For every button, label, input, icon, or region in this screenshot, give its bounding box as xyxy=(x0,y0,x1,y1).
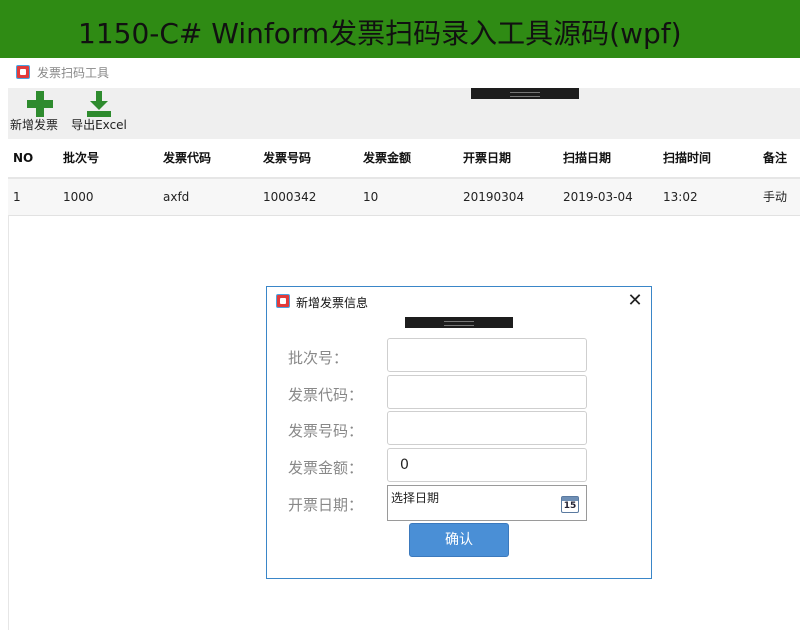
table-cell: 1 xyxy=(13,190,21,204)
download-icon xyxy=(86,91,112,117)
title-bar: 发票扫码工具 xyxy=(8,58,800,88)
plus-icon xyxy=(27,91,53,117)
invoice-amount-input[interactable] xyxy=(387,448,587,482)
batch-number-label: 批次号： xyxy=(288,349,349,367)
column-header[interactable]: 发票号码 xyxy=(263,139,311,177)
export-excel-label: 导出Excel xyxy=(71,118,127,132)
table-header: NO 批次号 发票代码 发票号码 发票金额 开票日期 扫描日期 扫描时间 备注 xyxy=(8,139,800,179)
banner-title: 1150-C# Winform发票扫码录入工具源码(wpf) xyxy=(78,17,682,50)
table-cell: axfd xyxy=(163,190,190,204)
add-invoice-button[interactable]: 新增发票 xyxy=(8,88,60,139)
window-title: 发票扫码工具 xyxy=(37,66,110,80)
column-header[interactable]: 发票代码 xyxy=(163,139,211,177)
table-cell: 2019-03-04 xyxy=(563,190,633,204)
close-icon[interactable]: ✕ xyxy=(625,291,645,311)
calendar-icon[interactable]: 15 xyxy=(561,496,579,513)
date-placeholder: 选择日期 xyxy=(391,491,440,505)
table-cell: 手动 xyxy=(763,190,788,204)
export-excel-button[interactable]: 导出Excel xyxy=(70,88,128,139)
table-cell: 1000 xyxy=(63,190,94,204)
invoice-code-label: 发票代码： xyxy=(288,386,364,404)
column-header[interactable]: 备注 xyxy=(763,139,787,177)
table-cell: 10 xyxy=(363,190,379,204)
drag-handle[interactable] xyxy=(405,317,513,328)
table-row[interactable]: 1 1000 axfd 1000342 10 20190304 2019-03-… xyxy=(8,179,800,216)
column-header[interactable]: NO xyxy=(13,139,33,177)
invoice-date-picker[interactable]: 选择日期 15 xyxy=(387,485,587,521)
grid-border xyxy=(8,215,9,630)
add-invoice-label: 新增发票 xyxy=(9,118,58,132)
column-header[interactable]: 发票金额 xyxy=(363,139,411,177)
app-icon xyxy=(276,294,290,308)
column-header[interactable]: 扫描时间 xyxy=(663,139,711,177)
invoice-amount-label: 发票金额： xyxy=(288,459,364,477)
invoice-code-input[interactable] xyxy=(387,375,587,409)
column-header[interactable]: 开票日期 xyxy=(463,139,511,177)
batch-number-input[interactable] xyxy=(387,338,587,372)
top-banner: 1150-C# Winform发票扫码录入工具源码(wpf) xyxy=(0,0,800,58)
app-icon xyxy=(16,65,30,79)
table-cell: 1000342 xyxy=(263,190,317,204)
dialog-title: 新增发票信息 xyxy=(296,296,369,310)
column-header[interactable]: 批次号 xyxy=(63,139,99,177)
drag-handle[interactable] xyxy=(471,88,579,99)
invoice-number-label: 发票号码： xyxy=(288,422,364,440)
invoice-date-label: 开票日期： xyxy=(288,496,364,514)
toolbar: 新增发票 导出Excel xyxy=(8,88,800,139)
calendar-day: 15 xyxy=(563,501,577,511)
table-cell: 20190304 xyxy=(463,190,525,204)
column-header[interactable]: 扫描日期 xyxy=(563,139,611,177)
confirm-button[interactable]: 确认 xyxy=(409,523,509,557)
invoice-number-input[interactable] xyxy=(387,411,587,445)
table-cell: 13:02 xyxy=(663,190,698,204)
add-invoice-dialog: 新增发票信息 ✕ 批次号： 发票代码： 发票号码： 发票金额： 开票日期： 选择… xyxy=(266,286,652,579)
